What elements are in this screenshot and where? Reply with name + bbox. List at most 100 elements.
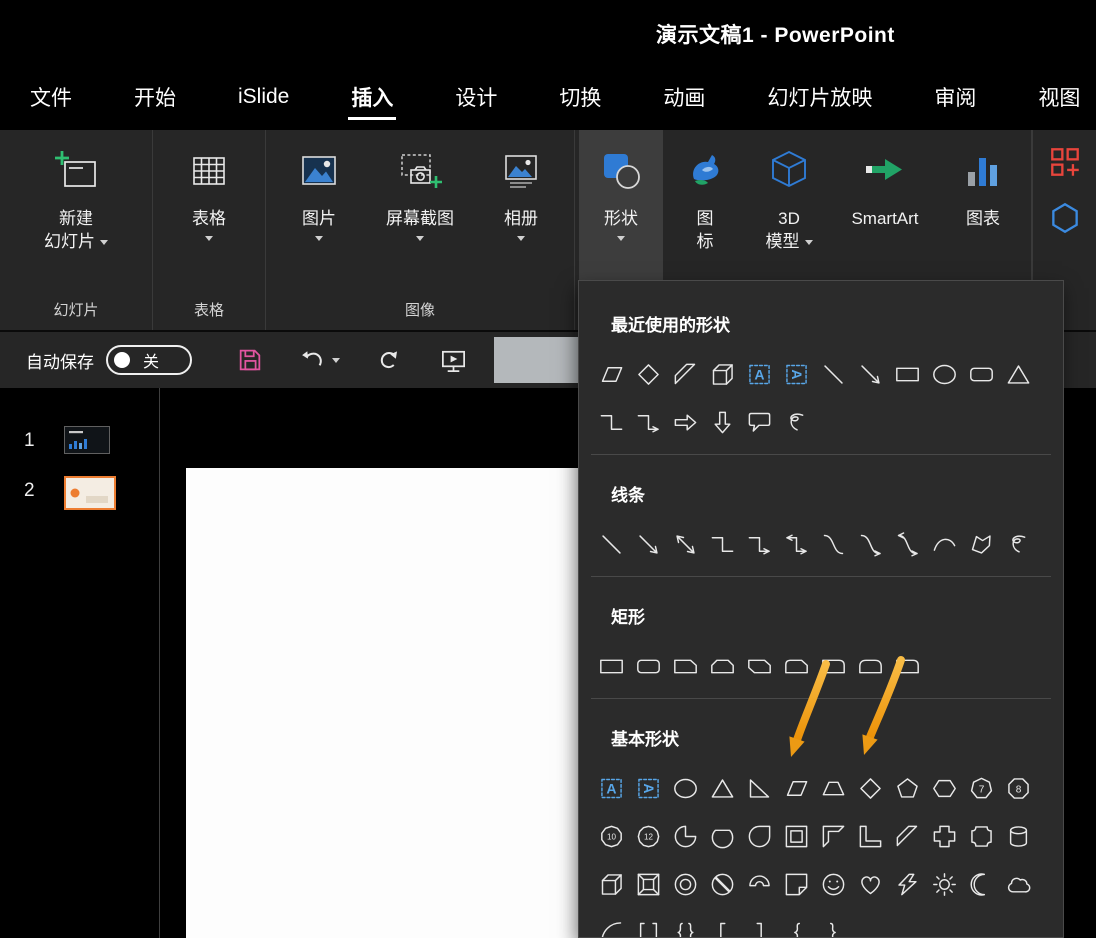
shape-block-arc-icon[interactable] [741,866,778,902]
shape-plaque-icon[interactable] [963,818,1000,854]
shape-isosceles-triangle-icon[interactable] [704,770,741,806]
shape-parallelogram-icon[interactable] [593,356,630,392]
shape-dodecagon-icon[interactable]: 12 [630,818,667,854]
shape-diamond-icon[interactable] [852,770,889,806]
shape-pie-icon[interactable] [667,818,704,854]
shape-double-brace-icon[interactable] [667,914,704,937]
shape-sun-icon[interactable] [926,866,963,902]
shape-snip-single-corner-rectangle-icon[interactable] [667,648,704,684]
tab-design[interactable]: 设计 [455,64,497,130]
start-slideshow-button[interactable] [439,346,468,375]
tab-file[interactable]: 文件 [30,64,72,130]
shape-elbow-connector-icon[interactable] [593,404,630,440]
tab-islide[interactable]: iSlide [238,64,289,130]
shape-elbow-arrow-connector-icon[interactable] [741,526,778,562]
tab-view[interactable]: 视图 [1038,64,1080,130]
shape-hexagon-icon[interactable] [926,770,963,806]
shapes-button[interactable]: 形状 [579,130,663,280]
shape-heptagon-icon[interactable]: 7 [963,770,1000,806]
shape-line-icon[interactable] [815,356,852,392]
shape-vertical-text-box-icon[interactable]: A [630,770,667,806]
shape-folded-corner-icon[interactable] [778,866,815,902]
tab-slideshow[interactable]: 幻灯片放映 [767,64,872,130]
shape-rectangle-icon[interactable] [889,356,926,392]
shape-line-double-arrow-icon[interactable] [667,526,704,562]
shape-isosceles-triangle-icon[interactable] [1000,356,1037,392]
shape-diamond-icon[interactable] [630,356,667,392]
shape-cube-icon[interactable] [704,356,741,392]
tab-animations[interactable]: 动画 [663,64,705,130]
shape-cloud-icon[interactable] [1000,866,1037,902]
slide-thumbnail-row-2[interactable]: 2 [0,476,159,510]
table-button[interactable]: 表格 [157,130,261,280]
shape-rounded-rectangle-icon[interactable] [630,648,667,684]
photo-album-button[interactable]: 相册 [472,130,570,280]
shape-rectangle-icon[interactable] [593,648,630,684]
shape-right-bracket-icon[interactable] [741,914,778,937]
shape-freeform-shape-icon[interactable] [963,526,1000,562]
shape-frame-icon[interactable] [778,818,815,854]
shape-no-symbol-icon[interactable] [704,866,741,902]
shape-left-bracket-icon[interactable] [704,914,741,937]
new-slide-button[interactable]: 新建 幻灯片 [4,130,148,280]
chart-button[interactable]: 图表 [939,130,1027,280]
shape-diagonal-stripe-icon[interactable] [889,818,926,854]
add-ins-store-button[interactable] [1045,142,1085,182]
smartart-button[interactable]: SmartArt [831,130,939,280]
shape-round-single-corner-rectangle-icon[interactable] [815,648,852,684]
undo-button[interactable] [300,347,340,374]
shape-can-icon[interactable] [1000,818,1037,854]
shape-round-same-side-corner-rectangle-icon[interactable] [852,648,889,684]
shape-regular-pentagon-icon[interactable] [889,770,926,806]
shape-down-block-arrow-icon[interactable] [704,404,741,440]
shape-left-brace-icon[interactable] [778,914,815,937]
shape-lightning-bolt-icon[interactable] [889,866,926,902]
shape-bevel-icon[interactable] [630,866,667,902]
shape-half-frame-icon[interactable] [815,818,852,854]
shape-snip-round-single-corner-rectangle-icon[interactable] [778,648,815,684]
shape-rounded-rectangle-icon[interactable] [963,356,1000,392]
screenshot-button[interactable]: 屏幕截图 [368,130,472,280]
shape-curve-icon[interactable] [926,526,963,562]
my-add-ins-button[interactable] [1045,198,1085,238]
shape-curved-arrow-connector-icon[interactable] [852,526,889,562]
autosave-toggle[interactable]: 关 [106,345,192,375]
shape-oval-icon[interactable] [667,770,704,806]
shape-right-block-arrow-icon[interactable] [667,404,704,440]
shape-arc-icon[interactable] [593,914,630,937]
shape-cube-icon[interactable] [593,866,630,902]
shape-snip-same-side-corner-rectangle-icon[interactable] [704,648,741,684]
shape-heart-icon[interactable] [852,866,889,902]
shape-line-arrow-icon[interactable] [630,526,667,562]
shape-right-triangle-icon[interactable] [741,770,778,806]
slide-thumbnail-row-1[interactable]: 1 [0,426,159,454]
shape-diagonal-stripe-icon[interactable] [667,356,704,392]
3d-models-button[interactable]: 3D 模型 [747,130,831,280]
redo-button[interactable] [376,347,403,374]
shape-octagon-icon[interactable]: 8 [1000,770,1037,806]
shape-oval-icon[interactable] [926,356,963,392]
shape-scribble-icon[interactable] [778,404,815,440]
save-button[interactable] [236,346,264,374]
shape-decagon-icon[interactable]: 10 [593,818,630,854]
shape-cross-icon[interactable] [926,818,963,854]
icons-button[interactable]: 图标 [663,130,747,280]
shape-line-icon[interactable] [593,526,630,562]
shape-trapezoid-icon[interactable] [815,770,852,806]
shape-donut-icon[interactable] [667,866,704,902]
tab-home[interactable]: 开始 [134,64,176,130]
shape-curved-connector-icon[interactable] [815,526,852,562]
shape-text-box-icon[interactable]: A [741,356,778,392]
shape-text-box-icon[interactable]: A [593,770,630,806]
shape-chord-icon[interactable] [704,818,741,854]
shape-curved-double-arrow-connector-icon[interactable] [889,526,926,562]
shape-line-arrow-icon[interactable] [852,356,889,392]
shape-l-shape-icon[interactable] [852,818,889,854]
shape-elbow-double-arrow-connector-icon[interactable] [778,526,815,562]
slide-thumbnail[interactable] [64,476,116,510]
shape-moon-icon[interactable] [963,866,1000,902]
shape-right-brace-icon[interactable] [815,914,852,937]
shape-double-bracket-icon[interactable] [630,914,667,937]
shape-round-diagonal-corner-rectangle-icon[interactable] [889,648,926,684]
shape-rounded-rectangular-callout-icon[interactable] [741,404,778,440]
